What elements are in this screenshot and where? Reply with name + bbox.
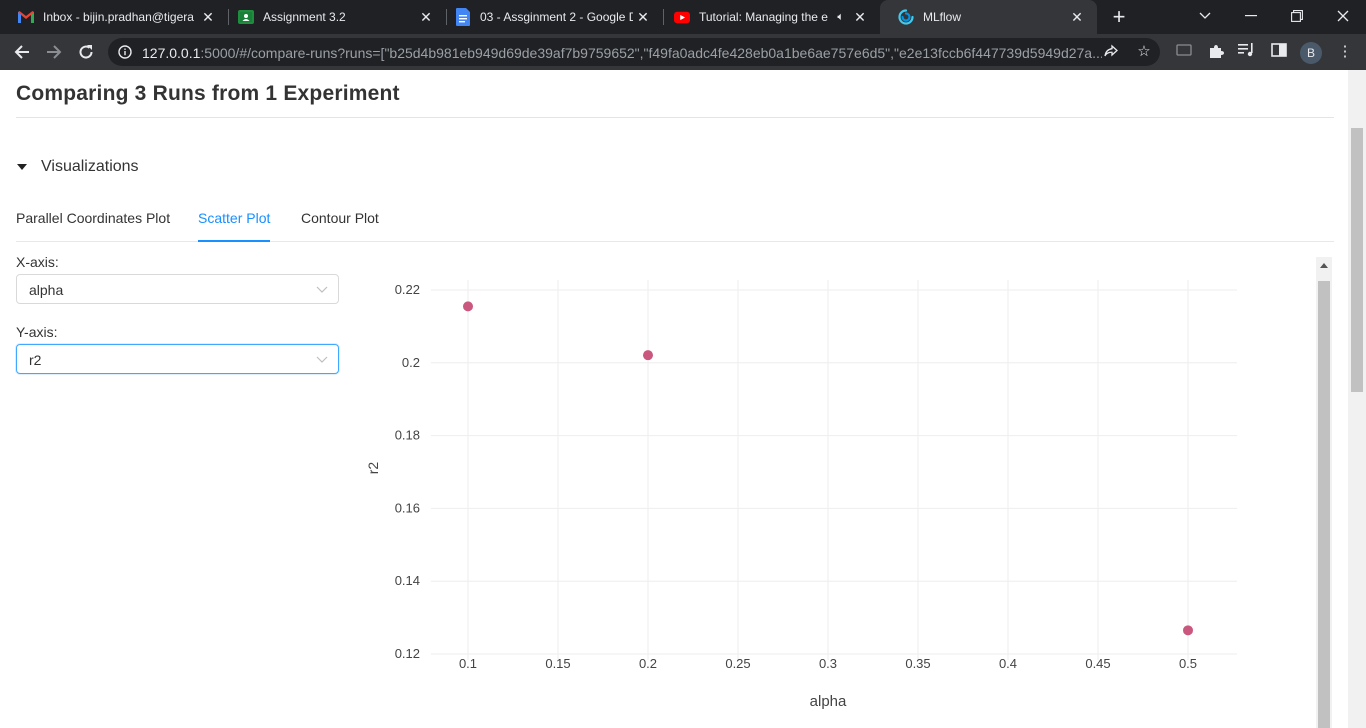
bookmark-star-icon[interactable]: ☆	[1135, 44, 1153, 60]
x-tick-label: 0.3	[819, 656, 837, 671]
y-tick-label: 0.16	[395, 500, 420, 515]
mlflow-icon	[898, 9, 914, 25]
x-tick-label: 0.1	[459, 656, 477, 671]
x-tick-label: 0.25	[725, 656, 750, 671]
close-icon[interactable]: ✕	[633, 9, 653, 26]
close-icon[interactable]: ✕	[1067, 9, 1087, 26]
visualizations-section-toggle[interactable]: Visualizations	[16, 158, 139, 176]
x-tick-label: 0.4	[999, 656, 1017, 671]
page-title: Comparing 3 Runs from 1 Experiment	[16, 82, 400, 105]
scrollbar-thumb[interactable]	[1351, 128, 1363, 392]
cast-icon[interactable]	[1175, 43, 1193, 61]
gmail-icon	[18, 9, 34, 25]
scrollbar-thumb[interactable]	[1318, 281, 1330, 728]
back-icon[interactable]	[10, 40, 34, 64]
forward-icon[interactable]	[42, 40, 66, 64]
chevron-down-icon	[316, 282, 328, 294]
x-tick-label: 0.45	[1085, 656, 1110, 671]
x-tick-label: 0.35	[905, 656, 930, 671]
tab-title: Tutorial: Managing the e	[699, 10, 828, 24]
scatter-plot[interactable]: 0.1 0.15 0.2 0.25 0.3 0.35 0.4 0.45 0.5 0.12 0.14 0…	[360, 260, 1260, 728]
browser-toolbar: 127.0.0.1:5000/#/compare-runs?runs=["b25…	[0, 34, 1366, 70]
browser-tab-classroom[interactable]: Assignment 3.2 ✕	[220, 0, 446, 34]
y-tick-label: 0.22	[395, 282, 420, 297]
tab-title: Assignment 3.2	[263, 10, 346, 24]
mlflow-compare-page: Comparing 3 Runs from 1 Experiment Visua…	[0, 70, 1348, 728]
youtube-icon	[674, 9, 690, 25]
y-axis-title: r2	[365, 462, 381, 475]
x-axis-select[interactable]: alpha	[16, 274, 339, 304]
profile-avatar[interactable]: B	[1300, 42, 1322, 64]
site-info-icon[interactable]	[118, 45, 132, 59]
scroll-up-arrow-icon[interactable]	[1320, 263, 1328, 268]
new-tab-button[interactable]: +	[1108, 6, 1130, 28]
extensions-icon[interactable]	[1207, 43, 1225, 61]
close-icon[interactable]: ✕	[198, 9, 218, 26]
close-icon[interactable]: ✕	[416, 9, 436, 26]
divider	[16, 117, 1334, 118]
x-axis-select-value: alpha	[29, 282, 64, 298]
url-host: 127.0.0.1	[142, 45, 201, 61]
y-tick-label: 0.2	[402, 355, 420, 370]
minimize-icon[interactable]	[1228, 0, 1274, 32]
x-axis-label: X-axis:	[16, 254, 59, 270]
address-bar[interactable]: 127.0.0.1:5000/#/compare-runs?runs=["b25…	[108, 38, 1160, 66]
url-text[interactable]: 127.0.0.1:5000/#/compare-runs?runs=["b25…	[142, 45, 1102, 61]
browser-tab-docs[interactable]: 03 - Assginment 2 - Google D ✕	[437, 0, 663, 34]
tab-title: 03 - Assginment 2 - Google D	[480, 10, 633, 24]
share-icon[interactable]	[1102, 44, 1120, 60]
tab-title: Inbox - bijin.pradhan@tigera	[43, 10, 194, 24]
y-tick-label: 0.18	[395, 428, 420, 443]
plot-scrollbar[interactable]	[1316, 257, 1332, 728]
restore-icon[interactable]	[1274, 0, 1320, 32]
y-axis-select-value: r2	[29, 352, 42, 368]
x-tick-label: 0.5	[1179, 656, 1197, 671]
x-axis-title: alpha	[810, 693, 847, 710]
docs-icon	[455, 8, 471, 26]
y-axis-label: Y-axis:	[16, 324, 58, 340]
section-title: Visualizations	[41, 158, 139, 175]
side-panel-icon[interactable]	[1270, 43, 1288, 61]
browser-tab-strip: Inbox - bijin.pradhan@tigera ✕ Assignmen…	[0, 0, 1366, 34]
page-scrollbar[interactable]	[1348, 70, 1366, 728]
data-point[interactable]	[463, 301, 473, 312]
tab-parallel-coordinates[interactable]: Parallel Coordinates Plot	[16, 210, 170, 240]
plot-type-tabs: Parallel Coordinates Plot Scatter Plot C…	[16, 208, 1334, 242]
reload-icon[interactable]	[74, 40, 98, 64]
y-tick-label: 0.14	[395, 573, 420, 588]
speaker-icon[interactable]: 🔈︎	[837, 11, 844, 24]
y-axis-select[interactable]: r2	[16, 344, 339, 374]
browser-tab-gmail[interactable]: Inbox - bijin.pradhan@tigera ✕	[0, 0, 228, 34]
url-path: :5000/#/compare-runs?runs=["b25d4b981eb9…	[200, 45, 1102, 61]
chevron-down-icon	[316, 352, 328, 364]
data-point[interactable]	[643, 350, 653, 361]
x-tick-label: 0.15	[545, 656, 570, 671]
browser-tab-youtube[interactable]: Tutorial: Managing the e 🔈︎ ✕	[656, 0, 880, 34]
media-control-icon[interactable]	[1238, 43, 1256, 61]
x-tick-label: 0.2	[639, 656, 657, 671]
data-point[interactable]	[1183, 625, 1193, 636]
caret-down-icon	[17, 164, 27, 170]
y-tick-label: 0.12	[395, 646, 420, 661]
window-close-icon[interactable]	[1320, 0, 1366, 32]
tab-title: MLflow	[923, 10, 962, 24]
classroom-icon	[238, 9, 254, 25]
close-icon[interactable]: ✕	[850, 9, 870, 26]
tab-contour-plot[interactable]: Contour Plot	[301, 210, 379, 240]
tab-scatter-plot[interactable]: Scatter Plot	[198, 210, 271, 242]
menu-kebab-icon[interactable]: ⋮	[1336, 43, 1354, 61]
tab-search-icon[interactable]	[1182, 0, 1228, 32]
browser-tab-mlflow[interactable]: MLflow ✕	[880, 0, 1097, 34]
